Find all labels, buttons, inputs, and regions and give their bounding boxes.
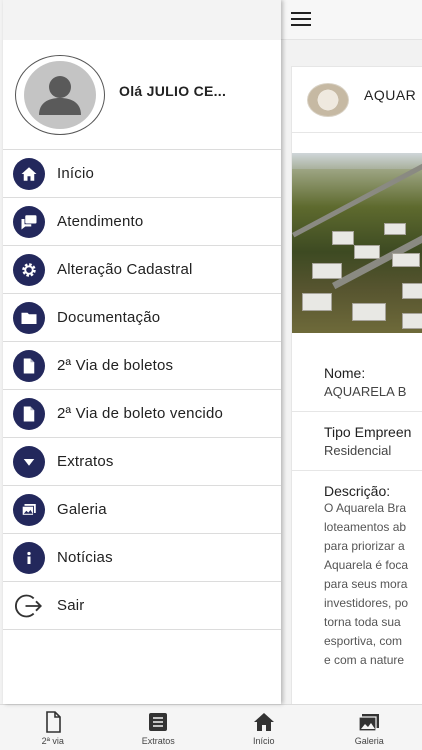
- description-text: O Aquarela Bra loteamentos ab para prior…: [324, 499, 422, 670]
- gear-icon: [13, 253, 45, 286]
- description-line: O Aquarela Bra: [324, 501, 407, 515]
- nav-label: Início: [252, 735, 275, 746]
- menu-item-label: 2ª Via de boleto vencido: [57, 405, 224, 422]
- type-label: Tipo Empreen: [324, 424, 412, 440]
- description-line: loteamentos ab: [324, 520, 407, 534]
- list-icon: [149, 712, 168, 731]
- user-placeholder-icon: [39, 76, 81, 115]
- menu-item-label: Sair: [57, 597, 85, 614]
- avatar: [24, 61, 96, 129]
- menu-item-label: Alteração Cadastral: [57, 261, 193, 278]
- nav-inicio[interactable]: Início: [211, 705, 317, 750]
- chevron-down-icon: [13, 445, 45, 478]
- gallery-icon: [13, 493, 45, 526]
- description-line: investidores, po: [324, 596, 409, 610]
- menu-item-noticias[interactable]: Notícias: [3, 534, 281, 582]
- logout-icon: [13, 590, 45, 622]
- document-icon: [45, 710, 61, 733]
- description-line: torna toda sua: [324, 615, 401, 629]
- user-greeting: Olá JULIO CE...: [119, 83, 227, 99]
- folder-icon: [13, 301, 45, 334]
- nav-label: Galeria: [354, 735, 384, 746]
- menu-item-label: Extratos: [57, 453, 114, 470]
- name-value: AQUARELA B: [324, 384, 407, 399]
- user-profile: Olá JULIO CE...: [3, 40, 281, 150]
- menu-item-galeria[interactable]: Galeria: [3, 486, 281, 534]
- menu-item-label: 2ª Via de boletos: [57, 357, 174, 374]
- name-field: Nome: AQUARELA B: [292, 353, 422, 412]
- menu-item-label: Galeria: [57, 501, 107, 518]
- nav-galeria[interactable]: Galeria: [317, 705, 422, 750]
- name-label: Nome:: [324, 365, 366, 381]
- description-label: Descrição:: [324, 483, 391, 499]
- enterprise-logo: [307, 83, 349, 117]
- card-header: AQUAR: [292, 67, 422, 133]
- menu-item-2a-via-boleto-vencido[interactable]: 2ª Via de boleto vencido: [3, 390, 281, 438]
- menu-item-documentacao[interactable]: Documentação: [3, 294, 281, 342]
- description-line: e com a nature: [324, 653, 405, 667]
- home-icon: [253, 712, 274, 731]
- top-app-bar: [280, 0, 422, 40]
- menu-item-2a-via-boletos[interactable]: 2ª Via de boletos: [3, 342, 281, 390]
- description-line: Aquarela é foca: [324, 558, 409, 572]
- type-value: Residencial: [324, 443, 392, 458]
- nav-label: Extratos: [141, 735, 175, 746]
- description-line: para priorizar a: [324, 539, 405, 553]
- nav-extratos[interactable]: Extratos: [106, 705, 212, 750]
- menu-item-atendimento[interactable]: Atendimento: [3, 198, 281, 246]
- menu-item-label: Documentação: [57, 309, 161, 326]
- nav-label: 2ª via: [41, 735, 64, 746]
- menu-item-inicio[interactable]: Início: [3, 150, 281, 198]
- menu-item-label: Notícias: [57, 549, 113, 566]
- gallery-icon: [358, 713, 380, 732]
- menu-item-label: Atendimento: [57, 213, 144, 230]
- document-icon: [13, 349, 45, 382]
- menu-item-label: Início: [57, 165, 95, 182]
- info-icon: [13, 541, 45, 574]
- menu-item-sair[interactable]: Sair: [3, 582, 281, 630]
- enterprise-aerial-photo: [292, 153, 422, 333]
- navigation-drawer: Olá JULIO CE... Início Atendimento Alter…: [3, 0, 281, 704]
- description-line: para seus mora: [324, 577, 408, 591]
- type-field: Tipo Empreen Residencial: [292, 412, 422, 471]
- menu-item-extratos[interactable]: Extratos: [3, 438, 281, 486]
- chat-icon: [13, 205, 45, 238]
- enterprise-info: Nome: AQUARELA B Tipo Empreen Residencia…: [292, 353, 422, 682]
- hamburger-menu-icon[interactable]: [291, 12, 311, 28]
- enterprise-card[interactable]: AQUAR Nome: AQUARELA B Tipo Empreen Resi…: [291, 66, 422, 706]
- menu-item-alteracao-cadastral[interactable]: Alteração Cadastral: [3, 246, 281, 294]
- drawer-header-bar: [3, 0, 281, 40]
- card-title: AQUAR: [364, 87, 417, 103]
- avatar-frame: [15, 55, 105, 135]
- description-field: Descrição: O Aquarela Bra loteamentos ab…: [292, 471, 422, 682]
- home-icon: [13, 157, 45, 190]
- nav-2a-via[interactable]: 2ª via: [0, 705, 106, 750]
- document-icon: [13, 397, 45, 430]
- bottom-navigation: 2ª via Extratos Início Galeria: [0, 704, 422, 750]
- description-line: esportiva, com: [324, 634, 403, 648]
